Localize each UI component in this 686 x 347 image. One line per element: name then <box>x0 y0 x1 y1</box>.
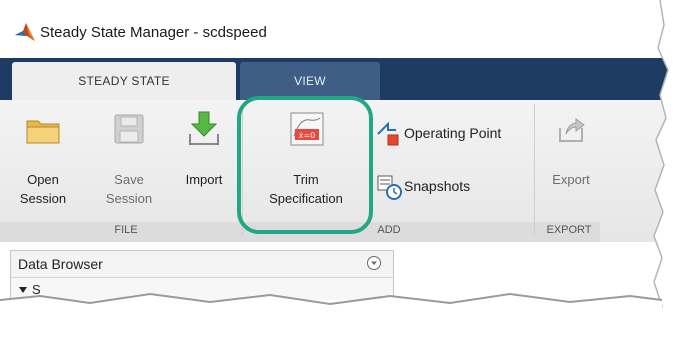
torn-edge-overlay <box>0 0 686 347</box>
steady-state-manager-window: Steady State Manager - scdspeed STEADY S… <box>0 0 686 347</box>
